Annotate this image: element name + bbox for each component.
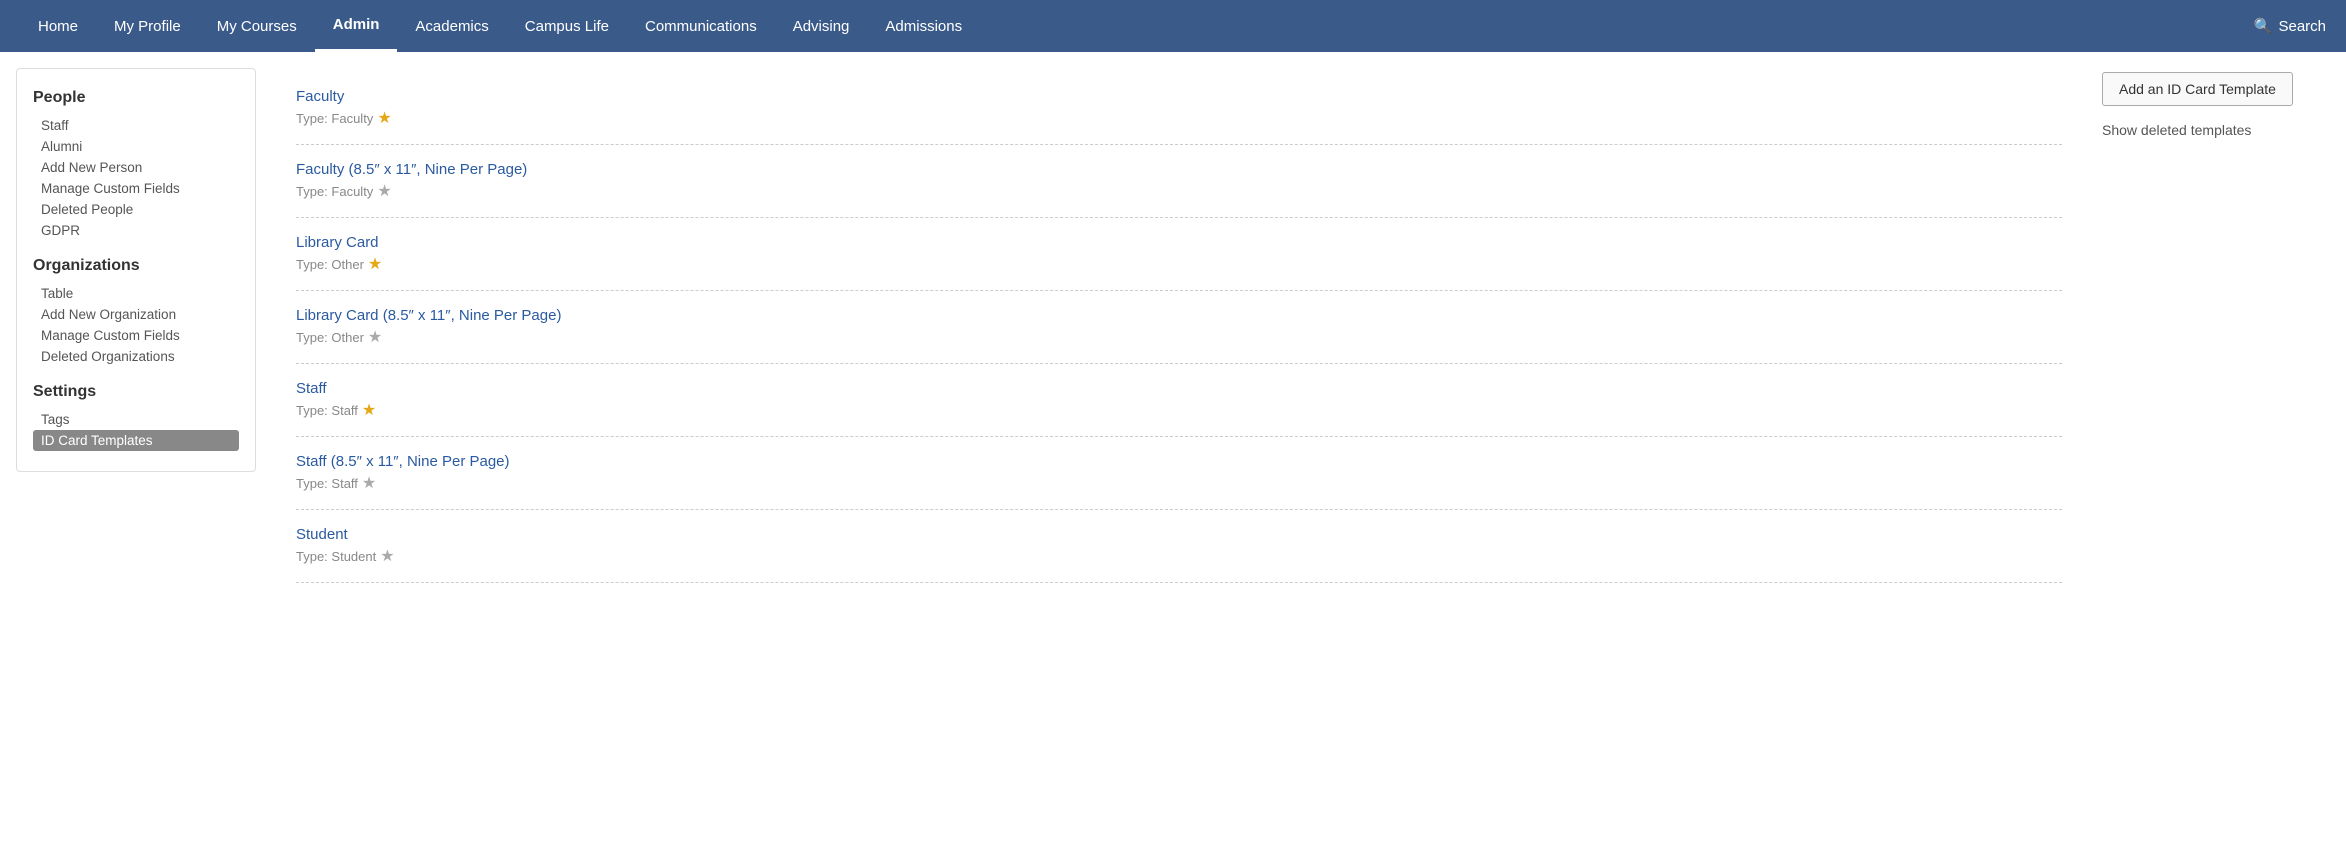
nav-admissions[interactable]: Admissions [867, 2, 980, 51]
top-navigation: Home My Profile My Courses Admin Academi… [0, 0, 2346, 52]
search-icon: 🔍 [2254, 17, 2273, 35]
sidebar-item-staff[interactable]: Staff [33, 115, 239, 136]
nav-academics[interactable]: Academics [397, 2, 506, 51]
nav-home[interactable]: Home [20, 2, 96, 51]
template-item: Student Type: Student★ [296, 510, 2062, 583]
sidebar-item-alumni[interactable]: Alumni [33, 136, 239, 157]
nav-admin[interactable]: Admin [315, 0, 398, 52]
sidebar-item-tags[interactable]: Tags [33, 409, 239, 430]
template-name-link[interactable]: Faculty (8.5″ x 11″, Nine Per Page) [296, 161, 2062, 178]
nav-my-profile[interactable]: My Profile [96, 2, 199, 51]
nav-my-courses[interactable]: My Courses [199, 2, 315, 51]
template-name-link[interactable]: Staff [296, 380, 2062, 397]
template-type: Type: Other★ [296, 254, 2062, 274]
star-icon[interactable]: ★ [368, 327, 382, 347]
star-icon[interactable]: ★ [377, 181, 391, 201]
sidebar-section-people: People [33, 89, 239, 107]
sidebar-section-settings: Settings [33, 383, 239, 401]
right-panel: Add an ID Card Template Show deleted tem… [2102, 72, 2322, 824]
template-type: Type: Staff★ [296, 473, 2062, 493]
nav-campus-life[interactable]: Campus Life [507, 2, 627, 51]
template-item: Library Card (8.5″ x 11″, Nine Per Page)… [296, 291, 2062, 364]
template-item: Faculty (8.5″ x 11″, Nine Per Page) Type:… [296, 145, 2062, 218]
template-type: Type: Faculty★ [296, 181, 2062, 201]
sidebar-item-add-new-person[interactable]: Add New Person [33, 157, 239, 178]
template-name-link[interactable]: Student [296, 526, 2062, 543]
sidebar-item-id-card-templates[interactable]: ID Card Templates [33, 430, 239, 451]
sidebar-item-table[interactable]: Table [33, 283, 239, 304]
template-type: Type: Student★ [296, 546, 2062, 566]
star-icon[interactable]: ★ [368, 254, 382, 274]
sidebar-item-add-new-organization[interactable]: Add New Organization [33, 304, 239, 325]
star-icon[interactable]: ★ [380, 546, 394, 566]
template-name-link[interactable]: Library Card (8.5″ x 11″, Nine Per Page) [296, 307, 2062, 324]
sidebar: People Staff Alumni Add New Person Manag… [16, 68, 256, 472]
template-name-link[interactable]: Faculty [296, 88, 2062, 105]
sidebar-section-organizations: Organizations [33, 257, 239, 275]
template-list: FacultyType: Faculty★Faculty (8.5″ x 11″… [296, 72, 2062, 824]
content-area: FacultyType: Faculty★Faculty (8.5″ x 11″… [272, 52, 2346, 844]
sidebar-item-manage-custom-fields-people[interactable]: Manage Custom Fields [33, 178, 239, 199]
template-item: Staff (8.5″ x 11″, Nine Per Page) Type: S… [296, 437, 2062, 510]
show-deleted-link[interactable]: Show deleted templates [2102, 122, 2322, 138]
template-item: Library Card Type: Other★ [296, 218, 2062, 291]
sidebar-item-gdpr[interactable]: GDPR [33, 220, 239, 241]
template-item: Staff Type: Staff★ [296, 364, 2062, 437]
star-icon[interactable]: ★ [377, 108, 391, 128]
template-type: Type: Faculty★ [296, 108, 2062, 128]
template-type: Type: Other★ [296, 327, 2062, 347]
template-name-link[interactable]: Staff (8.5″ x 11″, Nine Per Page) [296, 453, 2062, 470]
sidebar-item-deleted-people[interactable]: Deleted People [33, 199, 239, 220]
add-template-button[interactable]: Add an ID Card Template [2102, 72, 2293, 106]
star-icon[interactable]: ★ [362, 400, 376, 420]
sidebar-item-manage-custom-fields-orgs[interactable]: Manage Custom Fields [33, 325, 239, 346]
template-name-link[interactable]: Library Card [296, 234, 2062, 251]
sidebar-item-deleted-organizations[interactable]: Deleted Organizations [33, 346, 239, 367]
search-label: Search [2278, 18, 2326, 35]
nav-advising[interactable]: Advising [775, 2, 868, 51]
nav-communications[interactable]: Communications [627, 2, 775, 51]
star-icon[interactable]: ★ [362, 473, 376, 493]
template-type: Type: Staff★ [296, 400, 2062, 420]
search-button[interactable]: 🔍 Search [2254, 17, 2326, 35]
template-item: Faculty Type: Faculty★ [296, 72, 2062, 145]
main-container: People Staff Alumni Add New Person Manag… [0, 52, 2346, 844]
